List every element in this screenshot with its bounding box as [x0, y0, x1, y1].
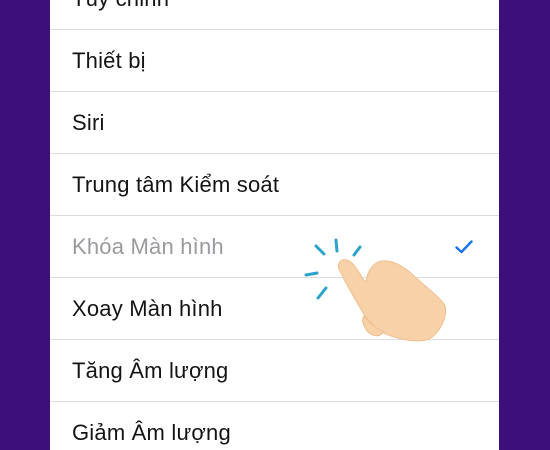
menu-item-label: Siri [72, 109, 105, 135]
menu-item-trung-tam-kiem-soat[interactable]: Trung tâm Kiểm soát [50, 154, 499, 216]
menu-item-label: Xoay Màn hình [72, 295, 223, 321]
menu-panel: Tùy chỉnh Thiết bị Siri Trung tâm Kiểm s… [50, 0, 499, 450]
menu-item-label: Trung tâm Kiểm soát [72, 171, 280, 197]
menu-item-siri[interactable]: Siri [50, 92, 499, 154]
tap-hand-icon [304, 238, 447, 342]
menu-item-label: Khóa Màn hình [72, 233, 224, 259]
menu-item-giam-am-luong[interactable]: Giảm Âm lượng [50, 402, 499, 450]
menu-item-tuy-chinh[interactable]: Tùy chỉnh [50, 0, 499, 30]
menu-item-thiet-bi[interactable]: Thiết bị [50, 30, 499, 92]
menu-item-label: Tăng Âm lượng [72, 357, 229, 383]
menu-item-label: Thiết bị [72, 47, 146, 73]
menu-item-label: Giảm Âm lượng [72, 420, 231, 445]
menu-item-label: Tùy chỉnh [72, 0, 169, 12]
screen: Tùy chỉnh Thiết bị Siri Trung tâm Kiểm s… [0, 0, 550, 450]
